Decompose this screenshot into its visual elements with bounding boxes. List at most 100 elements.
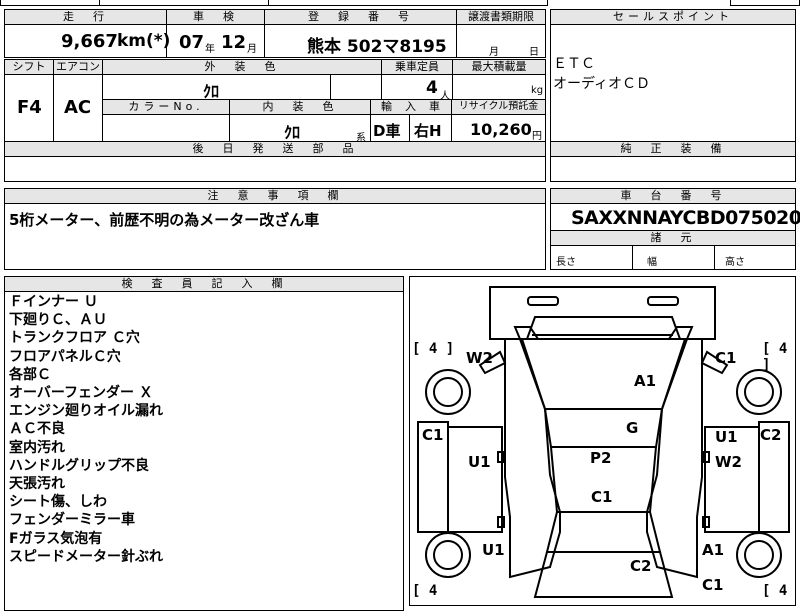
sales-point-header: セールスポイント	[550, 9, 796, 25]
interior-color-cell: ｸﾛ 系	[229, 114, 371, 144]
registration-cell: 熊本 502マ8195	[264, 24, 457, 58]
tire-left-top-label: [ 4 ]	[412, 341, 455, 357]
capacity-header: 乗車定員	[381, 59, 453, 75]
mark-g-windshield: G	[626, 419, 639, 437]
transfer-header: 譲渡書類期限	[456, 9, 546, 25]
inspector-line: シート傷、しわ	[9, 494, 107, 511]
inspection-year-unit: 年	[205, 44, 215, 55]
capacity-value: 4	[426, 78, 438, 98]
recycle-cell: 10,260 円	[451, 114, 546, 142]
inspector-line: 下廻りＣ、ＡＵ	[9, 312, 107, 329]
exterior-color-cell: ｸﾛ	[102, 74, 331, 101]
recycle-header: リサイクル預託金	[451, 99, 546, 115]
dims-length-cell: 長さ	[550, 245, 633, 270]
inspector-line: Ｆインナー Ｕ	[9, 294, 98, 310]
transfer-month-unit: 月	[489, 47, 499, 58]
ac-header: エアコン	[53, 59, 103, 75]
genuine-equipment-cell	[550, 156, 796, 182]
notes-header: 注 意 事 項 欄	[4, 188, 546, 204]
car-diagram: [ 4 ] [ 4 ] [ 4 [ 4 W2 C1 A1 C1 G U1 C2 …	[409, 276, 796, 606]
inspector-line: エンジン廻りオイル漏れ	[9, 403, 163, 420]
car-outline	[417, 286, 790, 598]
load-header: 最大積載量	[452, 59, 546, 75]
mileage-unit: km(*)	[117, 31, 171, 51]
import-value-handle: 右H	[414, 122, 442, 140]
chassis-value: SAXXNNAYCBD075020	[571, 207, 800, 229]
sales-point-item: オーディオＣＤ	[553, 76, 651, 92]
mark-c1-left: C1	[422, 426, 444, 444]
tire-right-bottom-label: [ 4	[762, 583, 788, 599]
dims-header: 諸 元	[550, 230, 796, 246]
inspector-line: フェンダーミラー車	[9, 512, 135, 529]
inspector-header: 検 査 員 記 入 欄	[4, 276, 404, 292]
transfer-day-unit: 日	[529, 47, 539, 58]
mark-c2-right: C2	[760, 426, 782, 444]
import-cell-2: 右H	[409, 114, 452, 142]
mark-c1-roof-rear: C1	[591, 488, 613, 506]
import-cell-1: D車	[370, 114, 410, 142]
exterior-color-header: 外 装 色	[102, 59, 382, 75]
shift-value: F4	[17, 97, 42, 118]
mark-w2-left: W2	[466, 349, 493, 367]
capacity-cell: 4 人	[381, 74, 453, 102]
mark-a1-hood: A1	[634, 372, 657, 390]
sales-point-box: ＥＴＣ オーディオＣＤ	[550, 24, 796, 142]
interior-color-header: 内 装 色	[229, 99, 371, 115]
tire-right-top-label: [ 4 ]	[762, 341, 788, 373]
import-header: 輸 入 車	[370, 99, 452, 115]
shift-header: シフト	[4, 59, 54, 75]
mark-w2-right-door: W2	[715, 453, 742, 471]
inspection-year: 07	[179, 32, 205, 53]
inspection-header: 車 検	[166, 9, 265, 25]
inspector-line: 天張汚れ	[9, 476, 65, 493]
exterior-color-aux-cell	[330, 74, 382, 100]
mark-p2-roof: P2	[590, 449, 612, 467]
tire-left-bottom-label: [ 4	[412, 583, 438, 599]
mark-u1-right: U1	[715, 428, 738, 446]
chassis-cell: SAXXNNAYCBD075020	[550, 203, 800, 231]
mark-a1-right-rear: A1	[702, 541, 725, 559]
load-unit: kg	[531, 85, 544, 96]
height-label: 高さ	[725, 257, 745, 268]
registration-value: 熊本 502マ8195	[307, 37, 447, 57]
later-parts-cell	[4, 156, 546, 182]
notes-text: 5桁メーター、前歴不明の為メーター改ざん車	[9, 211, 320, 229]
inspector-line: ハンドルグリップ不良	[9, 457, 149, 474]
recycle-value: 10,260	[470, 120, 532, 139]
genuine-equipment-header: 純 正 装 備	[550, 141, 796, 157]
inspector-cell: Ｆインナー Ｕ 下廻りＣ、ＡＵ トランクフロア Ｃ穴 フロアパネルＣ穴 各部Ｃ …	[4, 291, 404, 611]
interior-color-value: ｸﾛ	[284, 123, 301, 142]
recycle-unit: 円	[532, 131, 542, 142]
ac-value: AC	[64, 97, 92, 118]
inspection-cell: 07 年 12 月	[166, 24, 265, 58]
later-parts-header: 後 日 発 送 部 品	[4, 141, 546, 157]
length-label: 長さ	[556, 257, 576, 268]
mark-c1-top-right: C1	[715, 349, 737, 367]
inspector-line: トランクフロア Ｃ穴	[9, 330, 140, 347]
shift-cell: F4	[4, 74, 54, 142]
transfer-cell: 月 日	[456, 24, 546, 58]
registration-header: 登 録 番 号	[264, 9, 457, 25]
mark-c2-trunk: C2	[630, 557, 652, 575]
top-cutoff-strip	[0, 0, 800, 6]
notes-cell: 5桁メーター、前歴不明の為メーター改ざん車	[4, 203, 546, 270]
ac-cell: AC	[53, 74, 103, 142]
inspector-lines: Ｆインナー Ｕ 下廻りＣ、ＡＵ トランクフロア Ｃ穴 フロアパネルＣ穴 各部Ｃ …	[9, 293, 163, 566]
inspector-line: 各部Ｃ	[9, 366, 51, 383]
load-cell: kg	[452, 74, 546, 100]
mileage-header: 走 行	[4, 9, 167, 25]
dims-height-cell: 高さ	[714, 245, 796, 270]
mileage-cell: 9,667 km(*)	[4, 24, 171, 58]
sales-point-item: ＥＴＣ	[553, 56, 595, 72]
mark-c1-bottom-right: C1	[702, 576, 724, 594]
width-label: 幅	[647, 257, 657, 268]
import-value-drive: D車	[373, 122, 401, 140]
inspector-line: 室内汚れ	[9, 439, 65, 456]
chassis-header: 車 台 番 号	[550, 188, 796, 204]
color-no-cell	[102, 114, 230, 142]
inspector-line: オーバーフェンダー Ｘ	[9, 385, 153, 402]
inspection-month: 12	[221, 32, 247, 53]
mark-u1-left-door: U1	[468, 453, 491, 471]
mark-u1-left-rear: U1	[482, 541, 505, 559]
inspector-line: フロアパネルＣ穴	[9, 348, 121, 365]
